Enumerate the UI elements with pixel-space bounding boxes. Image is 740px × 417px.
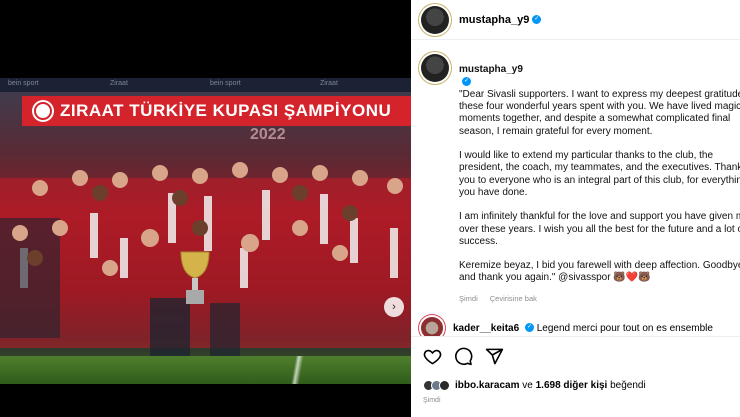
comment-text: Legend merci pour tout on es ensemble	[536, 322, 713, 334]
caption-paragraph: mustapha_y9 ✓ "Dear Sivasli supporters. …	[459, 52, 740, 138]
caption-row: mustapha_y9 ✓ "Dear Sivasli supporters. …	[421, 52, 740, 305]
ad-strip: bein sport Ziraat bein sport Ziraat	[0, 78, 411, 92]
caption-text: "Dear Sivasli supporters. I want to expr…	[459, 88, 740, 137]
likes-connector: ve	[522, 380, 533, 391]
verified-icon: ✓	[524, 323, 534, 333]
caption-time: Şimdi	[459, 293, 478, 303]
next-arrow-icon[interactable]: ›	[384, 297, 404, 317]
pitch-grass	[0, 356, 411, 384]
post-photo[interactable]: bein sport Ziraat bein sport Ziraat ZIRA…	[0, 78, 411, 384]
caption-paragraph: I would like to extend my particular tha…	[459, 150, 740, 198]
verified-icon: ✓	[462, 77, 471, 87]
caption-paragraph: I am infinitely thankful for the love an…	[459, 211, 740, 247]
ad-strip-item: Ziraat	[320, 80, 338, 87]
ad-strip-item: bein sport	[8, 80, 39, 87]
likes-text: ibbo.karacam ve 1.698 diğer kişi beğendi	[455, 380, 646, 391]
caption-username[interactable]: mustapha_y9	[459, 64, 523, 75]
post-header: mustapha_y9 ✓	[411, 0, 740, 40]
avatar[interactable]	[421, 5, 449, 34]
comment: kader__keita6 ✓ Legend merci pour tout o…	[453, 323, 713, 334]
action-bar: ibbo.karacam ve 1.698 diğer kişi beğendi…	[411, 336, 740, 417]
author-username[interactable]: mustapha_y9	[459, 14, 529, 26]
action-icons	[423, 347, 504, 366]
likes-summary: ibbo.karacam ve 1.698 diğer kişi beğendi	[423, 380, 646, 391]
ad-strip-item: bein sport	[210, 80, 241, 87]
post-media-panel: bein sport Ziraat bein sport Ziraat ZIRA…	[0, 0, 411, 417]
pitch-line	[270, 356, 330, 384]
caption-body: mustapha_y9 ✓ "Dear Sivasli supporters. …	[459, 52, 740, 305]
caption-paragraph: Keremize beyaz, I bid you farewell with …	[459, 260, 740, 284]
share-icon[interactable]	[485, 347, 504, 366]
celebrating-team-crowd	[0, 162, 411, 358]
post-sidebar: mustapha_y9 ✓ mustapha_y9 ✓ "Dear Sivasl…	[411, 0, 740, 417]
comment-icon[interactable]	[454, 347, 473, 366]
post-time: Şimdi	[423, 397, 441, 404]
instagram-post-view: bein sport Ziraat bein sport Ziraat ZIRA…	[0, 0, 740, 417]
comment-username[interactable]: kader__keita6	[453, 323, 519, 334]
caption-meta: Şimdi Çevirisine bak	[459, 293, 740, 305]
heart-icon[interactable]	[423, 347, 442, 366]
trophy-cup	[180, 251, 210, 304]
likes-user[interactable]: ibbo.karacam	[455, 380, 519, 391]
likes-others[interactable]: 1.698 diğer kişi	[536, 380, 608, 391]
translate-link[interactable]: Çevirisine bak	[490, 293, 537, 305]
avatar	[439, 380, 450, 391]
ad-strip-item: Ziraat	[110, 80, 128, 87]
likes-suffix: beğendi	[610, 380, 646, 391]
verified-icon: ✓	[532, 15, 542, 24]
avatar[interactable]	[421, 54, 449, 82]
